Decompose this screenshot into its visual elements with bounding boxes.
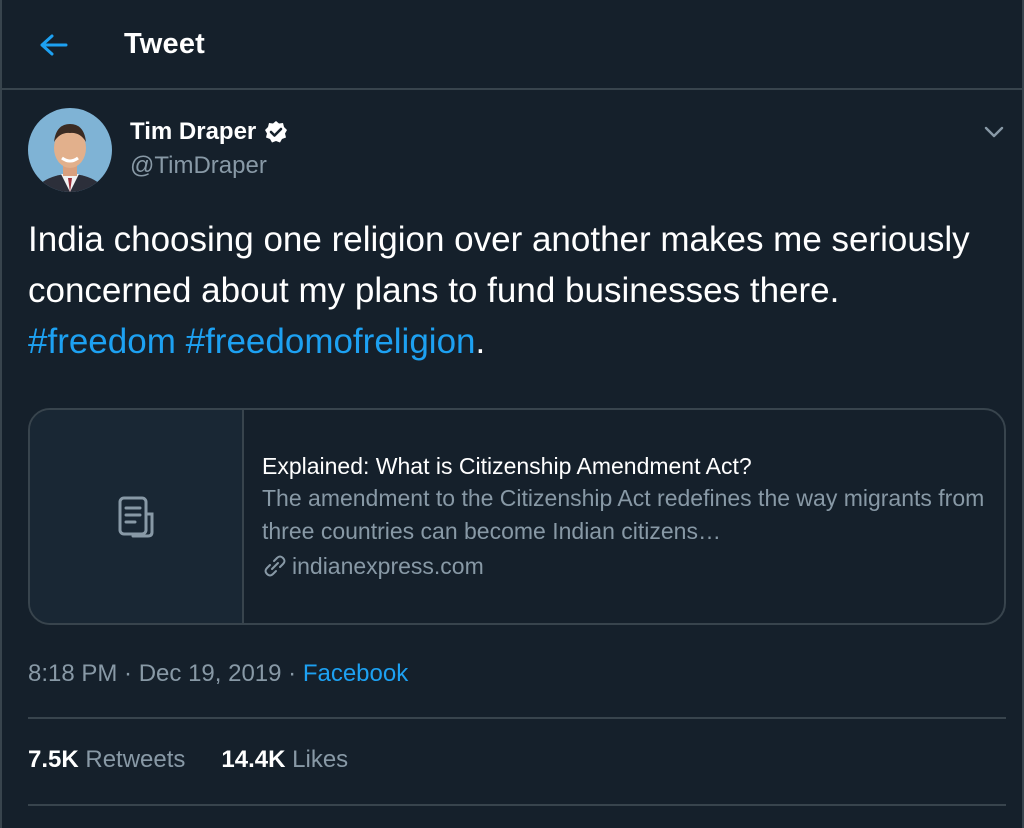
tweet-time[interactable]: 8:18 PM <box>28 660 117 688</box>
card-body: Explained: What is Citizenship Amendment… <box>244 410 1004 623</box>
avatar[interactable] <box>28 108 112 192</box>
meta-separator: · <box>281 660 303 687</box>
page-title: Tweet <box>124 28 206 60</box>
retweets-label: Retweets <box>85 746 186 773</box>
tweet-body: India choosing one religion over another… <box>28 220 970 310</box>
tweet-source[interactable]: Facebook <box>303 660 408 688</box>
arrow-left-icon <box>40 34 68 56</box>
tweet-text: India choosing one religion over another… <box>28 214 988 367</box>
card-description: The amendment to the Citizenship Act red… <box>262 485 985 544</box>
tweet-trailing: . <box>475 322 486 361</box>
tweet-stats: 7.5K Retweets 14.4K Likes <box>28 746 348 774</box>
likes-stat[interactable]: 14.4K Likes <box>221 746 348 774</box>
verified-badge-icon <box>265 121 288 143</box>
hashtag-freedomofreligion[interactable]: #freedomofreligion <box>186 322 476 361</box>
author-name[interactable]: Tim Draper <box>130 118 288 146</box>
card-title: Explained: What is Citizenship Amendment… <box>262 453 752 479</box>
meta-separator: · <box>117 660 139 687</box>
divider <box>28 717 1006 719</box>
card-thumbnail <box>30 410 244 623</box>
tweet-meta: 8:18 PM · Dec 19, 2019 · Facebook <box>28 660 408 688</box>
divider <box>28 804 1006 806</box>
link-preview-card[interactable]: Explained: What is Citizenship Amendment… <box>28 408 1006 625</box>
more-options-button[interactable] <box>978 116 1010 148</box>
chevron-down-icon <box>984 126 1004 138</box>
back-button[interactable] <box>30 24 78 66</box>
author-handle[interactable]: @TimDraper <box>130 152 267 180</box>
likes-count: 14.4K <box>221 746 286 773</box>
tweet-date[interactable]: Dec 19, 2019 <box>139 660 282 688</box>
hashtag-freedom[interactable]: #freedom <box>28 322 176 361</box>
author-display-name: Tim Draper <box>130 118 257 145</box>
retweets-count: 7.5K <box>28 746 79 773</box>
page-header: Tweet <box>0 0 1024 90</box>
card-domain-text: indianexpress.com <box>292 553 484 579</box>
card-domain: indianexpress.com <box>262 548 1004 584</box>
likes-label: Likes <box>292 746 349 773</box>
link-icon <box>264 555 286 577</box>
retweets-stat[interactable]: 7.5K Retweets <box>28 746 185 774</box>
document-icon <box>118 496 154 537</box>
